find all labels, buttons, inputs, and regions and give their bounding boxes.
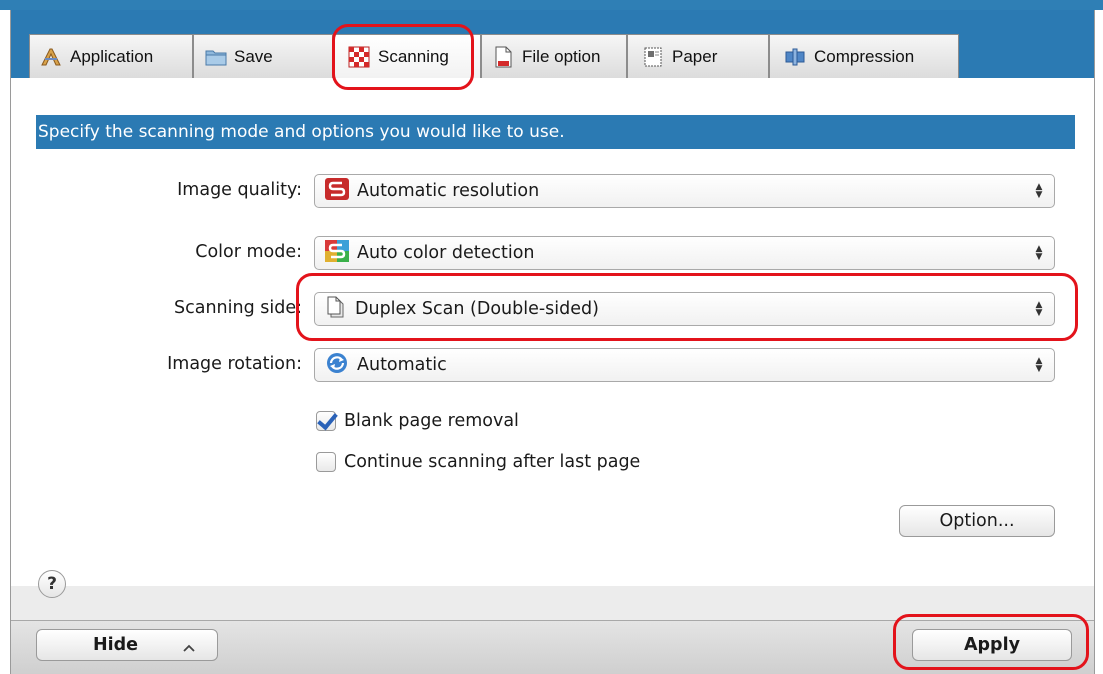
tab-paper[interactable]: Paper [627, 34, 769, 78]
select-arrows-icon: ▲ ▼ [1035, 300, 1043, 318]
document-icon [492, 46, 514, 68]
tab-application-label: Application [70, 46, 154, 66]
image-quality-label: Image quality: [177, 180, 302, 200]
hide-button[interactable]: Hide [36, 629, 218, 661]
help-button[interactable]: ? [38, 570, 66, 598]
section-header: Specify the scanning mode and options yo… [36, 115, 1075, 149]
image-quality-value: Automatic resolution [357, 181, 540, 201]
color-mode-select[interactable]: Auto color detection ▲ ▼ [314, 236, 1055, 270]
paper-icon [642, 46, 664, 68]
tab-compression-label: Compression [814, 46, 915, 66]
compression-icon [784, 46, 806, 68]
apply-button[interactable]: Apply [912, 629, 1072, 661]
continue-scanning-option[interactable]: Continue scanning after last page [316, 450, 640, 474]
tab-application[interactable]: Application [29, 34, 193, 78]
option-button-label: Option... [939, 511, 1015, 531]
top-border [0, 0, 1103, 10]
image-rotation-value: Automatic [357, 355, 447, 375]
image-rotation-label: Image rotation: [167, 354, 302, 374]
tab-save-label: Save [234, 46, 273, 66]
scansnap-red-icon [325, 177, 349, 205]
select-arrows-icon: ▲ ▼ [1035, 244, 1043, 262]
image-quality-select[interactable]: Automatic resolution ▲ ▼ [314, 174, 1055, 208]
tab-file-option-label: File option [522, 46, 601, 66]
scansnap-color-icon [325, 239, 349, 267]
tab-save[interactable]: Save [193, 34, 333, 78]
settings-window: Application Save Scanning File option Pa… [10, 10, 1095, 674]
scanning-side-label: Scanning side: [173, 298, 302, 318]
hide-button-label: Hide [93, 635, 139, 655]
blank-page-removal-option[interactable]: Blank page removal [316, 409, 519, 433]
tab-scanning-label: Scanning [378, 46, 449, 66]
application-icon [40, 46, 62, 68]
tab-file-option[interactable]: File option [481, 34, 627, 78]
tab-scanning[interactable]: Scanning [333, 34, 481, 78]
blank-page-removal-checkbox[interactable] [316, 411, 336, 431]
folder-icon [204, 46, 227, 68]
color-mode-value: Auto color detection [357, 243, 535, 263]
tab-bar: Application Save Scanning File option Pa… [11, 10, 1094, 78]
app-frame: Application Save Scanning File option Pa… [0, 0, 1103, 674]
select-arrows-icon: ▲ ▼ [1035, 356, 1043, 374]
tab-compression[interactable]: Compression [769, 34, 959, 78]
select-arrows-icon: ▲ ▼ [1035, 182, 1043, 200]
blank-page-removal-label: Blank page removal [344, 411, 519, 431]
apply-button-label: Apply [963, 635, 1020, 655]
continue-scanning-checkbox[interactable] [316, 452, 336, 472]
chevron-up-icon [183, 638, 195, 658]
scanning-side-select[interactable]: Duplex Scan (Double-sided) ▲ ▼ [314, 292, 1055, 326]
image-rotation-select[interactable]: Automatic ▲ ▼ [314, 348, 1055, 382]
checkerboard-icon [348, 46, 370, 68]
duplex-page-icon [325, 296, 347, 323]
scanning-side-value: Duplex Scan (Double-sided) [355, 299, 599, 319]
continue-scanning-label: Continue scanning after last page [344, 452, 641, 472]
option-button[interactable]: Option... [899, 505, 1055, 537]
rotate-icon [325, 352, 349, 379]
tab-paper-label: Paper [672, 46, 718, 66]
color-mode-label: Color mode: [195, 242, 302, 262]
